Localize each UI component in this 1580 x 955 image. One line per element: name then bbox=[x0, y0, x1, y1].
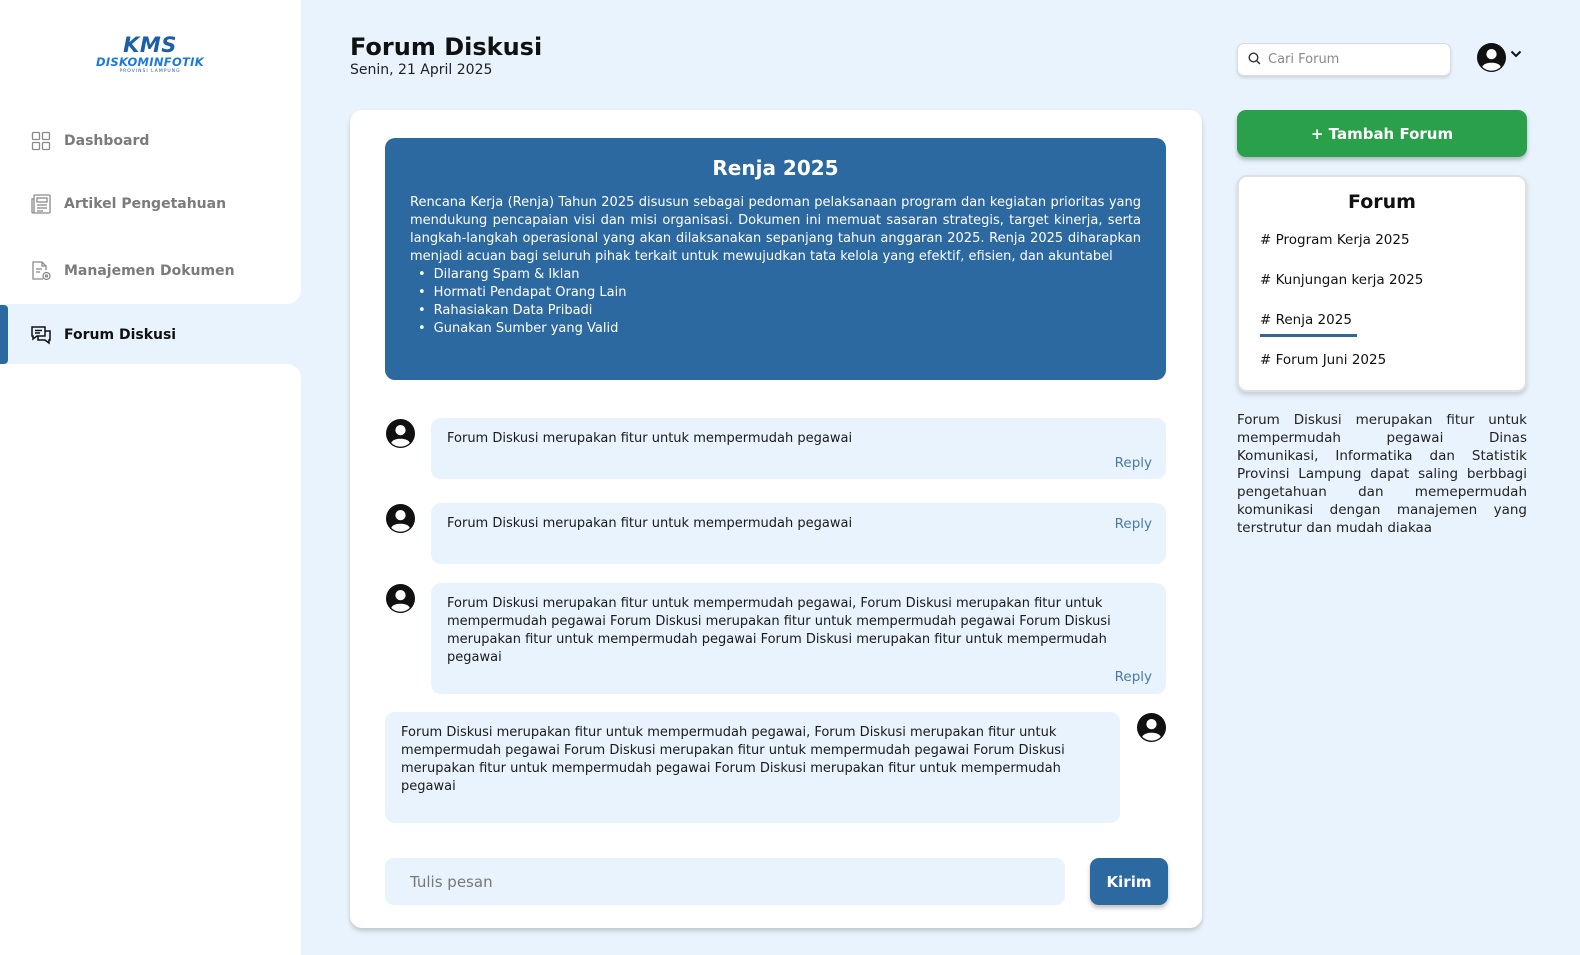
newspaper-icon bbox=[30, 193, 52, 215]
message-composer[interactable] bbox=[385, 858, 1065, 905]
reply-link[interactable]: Reply bbox=[1115, 515, 1152, 533]
sidebar-item-dokumen[interactable]: Manajemen Dokumen bbox=[0, 241, 301, 300]
search-icon bbox=[1248, 50, 1261, 69]
app-logo[interactable]: KMS DISKOMINFOTIK PROVINSI LAMPUNG bbox=[84, 35, 216, 75]
logo-region: PROVINSI LAMPUNG bbox=[119, 69, 181, 74]
avatar-icon bbox=[385, 503, 416, 534]
sidebar-bottom-panel bbox=[0, 364, 301, 955]
message-bubble: Forum Diskusi merupakan fitur untuk memp… bbox=[431, 583, 1166, 694]
forum-link-program-kerja[interactable]: # Program Kerja 2025 bbox=[1260, 232, 1410, 248]
grid-icon bbox=[30, 130, 52, 152]
banner-title: Renja 2025 bbox=[712, 156, 839, 180]
add-forum-button[interactable]: + Tambah Forum bbox=[1237, 110, 1527, 157]
discussion-card: Renja 2025 Rencana Kerja (Renja) Tahun 2… bbox=[350, 110, 1202, 928]
message-text: Forum Diskusi merupakan fitur untuk memp… bbox=[401, 725, 1065, 794]
message-bubble: Forum Diskusi merupakan fitur untuk memp… bbox=[431, 503, 1166, 564]
sidebar-item-label: Artikel Pengetahuan bbox=[64, 195, 227, 212]
page-date: Senin, 21 April 2025 bbox=[350, 62, 493, 78]
user-menu[interactable] bbox=[1476, 42, 1522, 77]
forum-list-title: Forum bbox=[1348, 191, 1416, 213]
rule-item: Dilarang Spam & Iklan bbox=[418, 266, 1141, 284]
message-text: Forum Diskusi merupakan fitur untuk memp… bbox=[447, 516, 853, 531]
avatar-icon bbox=[1136, 712, 1167, 743]
forum-link-kunjungan-kerja[interactable]: # Kunjungan kerja 2025 bbox=[1260, 272, 1423, 288]
forum-banner: Renja 2025 Rencana Kerja (Renja) Tahun 2… bbox=[385, 138, 1166, 380]
sidebar-item-artikel[interactable]: Artikel Pengetahuan bbox=[0, 174, 301, 233]
search-input[interactable] bbox=[1268, 52, 1438, 67]
forum-info-text: Forum Diskusi merupakan fitur untuk memp… bbox=[1237, 412, 1527, 536]
logo-subtitle: DISKOMINFOTIK bbox=[96, 55, 204, 69]
sidebar-item-forum[interactable]: Forum Diskusi bbox=[0, 305, 301, 364]
sidebar: KMS DISKOMINFOTIK PROVINSI LAMPUNG Dashb… bbox=[0, 0, 301, 955]
sidebar-item-label: Forum Diskusi bbox=[64, 326, 177, 343]
message-text: Forum Diskusi merupakan fitur untuk memp… bbox=[447, 431, 853, 446]
rule-item: Rahasiakan Data Pribadi bbox=[418, 302, 1141, 320]
page-title: Forum Diskusi bbox=[350, 33, 543, 61]
reply-link[interactable]: Reply bbox=[1115, 454, 1152, 472]
sidebar-item-label: Dashboard bbox=[64, 132, 150, 149]
forum-link-forum-juni[interactable]: # Forum Juni 2025 bbox=[1260, 352, 1386, 368]
message-bubble: Forum Diskusi merupakan fitur untuk memp… bbox=[431, 418, 1166, 479]
rule-item: Gunakan Sumber yang Valid bbox=[418, 320, 1141, 338]
forum-list-card: Forum # Program Kerja 2025 # Kunjungan k… bbox=[1237, 175, 1527, 392]
document-settings-icon bbox=[30, 260, 52, 282]
rules-list: Dilarang Spam & Iklan Hormati Pendapat O… bbox=[410, 266, 1141, 338]
chevron-down-icon bbox=[1510, 43, 1522, 62]
message-input[interactable] bbox=[410, 872, 1050, 891]
avatar-icon bbox=[385, 583, 416, 614]
sidebar-item-dashboard[interactable]: Dashboard bbox=[0, 111, 301, 170]
send-button[interactable]: Kirim bbox=[1090, 858, 1168, 905]
forum-link-renja[interactable]: # Renja 2025 bbox=[1260, 312, 1357, 337]
banner-description: Rencana Kerja (Renja) Tahun 2025 disusun… bbox=[410, 195, 1141, 264]
own-message-bubble: Forum Diskusi merupakan fitur untuk memp… bbox=[385, 712, 1120, 823]
chat-icon bbox=[30, 324, 52, 346]
message-text: Forum Diskusi merupakan fitur untuk memp… bbox=[447, 596, 1111, 665]
sidebar-item-label: Manajemen Dokumen bbox=[64, 262, 235, 279]
logo-title: KMS bbox=[123, 33, 177, 57]
reply-link[interactable]: Reply bbox=[1115, 668, 1152, 686]
avatar-icon bbox=[1476, 42, 1507, 77]
search-box[interactable] bbox=[1237, 43, 1451, 76]
avatar-icon bbox=[385, 418, 416, 449]
rule-item: Hormati Pendapat Orang Lain bbox=[418, 284, 1141, 302]
